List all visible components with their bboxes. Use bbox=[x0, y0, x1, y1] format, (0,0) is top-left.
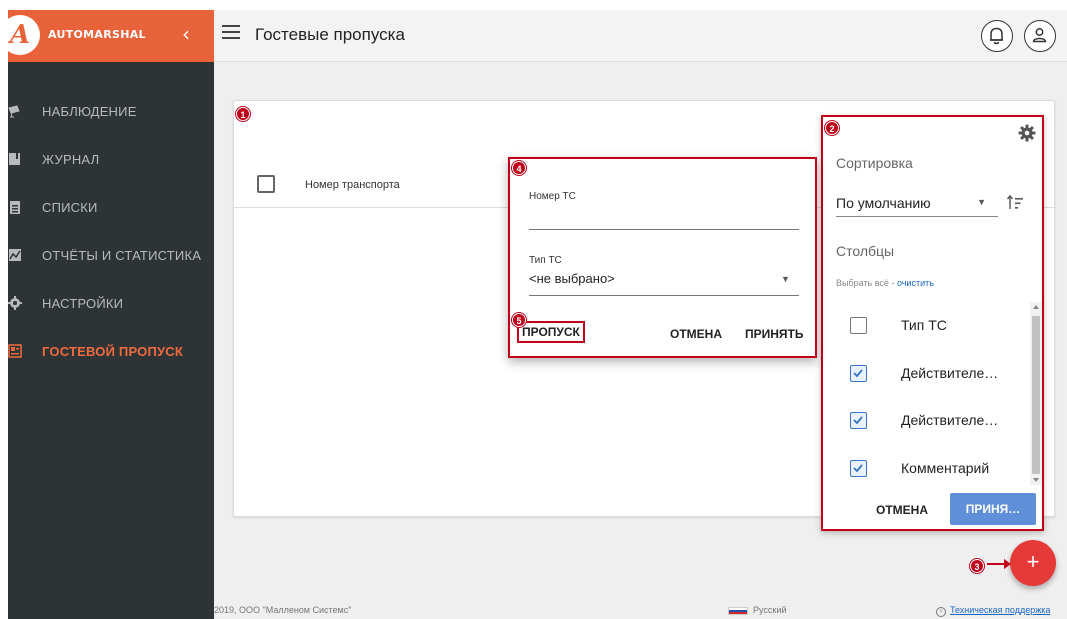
dialog-accept-button[interactable]: ПРИНЯТЬ bbox=[745, 327, 804, 341]
column-checkbox[interactable] bbox=[850, 365, 867, 382]
select-all-link[interactable]: Выбрать всё bbox=[836, 278, 889, 288]
annotation-marker-1: 1 bbox=[236, 107, 250, 121]
sidebar-item-label: НАСТРОЙКИ bbox=[42, 296, 124, 311]
sort-value: По умолчанию bbox=[836, 195, 931, 211]
column-checkbox[interactable] bbox=[850, 317, 867, 334]
gear-icon bbox=[8, 296, 22, 310]
skip-button[interactable]: ПРОПУСК bbox=[517, 321, 585, 343]
sidebar-item-surveillance[interactable]: НАБЛЮДЕНИЕ bbox=[8, 88, 214, 136]
brand-bar: A AUTOMARSHAL ‹ bbox=[0, 10, 214, 62]
support-link[interactable]: i Техническая поддержка bbox=[936, 605, 1050, 617]
select-all-checkbox[interactable] bbox=[257, 175, 275, 193]
checkmark-icon bbox=[853, 464, 863, 473]
annotation-marker-3: 3 bbox=[970, 559, 984, 573]
sidebar-item-journal[interactable]: ЖУРНАЛ bbox=[8, 136, 214, 184]
annotation-marker-5: 5 bbox=[512, 313, 526, 327]
scroll-down-icon[interactable] bbox=[1033, 478, 1039, 482]
surveillance-camera-icon bbox=[8, 105, 20, 118]
column-option-label: Действителе… bbox=[901, 412, 999, 428]
sidebar: A AUTOMARSHAL ‹ НАБЛЮДЕНИЕ ЖУРНАЛ СПИСКИ… bbox=[0, 10, 214, 619]
sidebar-item-settings[interactable]: НАСТРОЙКИ bbox=[8, 280, 214, 328]
panel-accept-button[interactable]: ПРИНЯ… bbox=[950, 493, 1036, 525]
column-settings-panel: Сортировка По умолчанию ▼ Столбцы Выбрат… bbox=[821, 115, 1044, 531]
columns-list: Тип ТС Действителе… Действителе… Коммент… bbox=[823, 302, 1030, 485]
sidebar-item-label: ГОСТЕВОЙ ПРОПУСК bbox=[42, 344, 184, 359]
info-icon: i bbox=[936, 607, 946, 617]
column-option-vehicle-type[interactable]: Тип ТС bbox=[823, 311, 1030, 341]
vehicle-type-label: Тип ТС bbox=[529, 255, 562, 266]
plate-field-underline bbox=[529, 229, 799, 230]
logo-letter: A bbox=[9, 20, 31, 50]
column-option-label: Тип ТС bbox=[901, 317, 947, 333]
bell-icon bbox=[990, 27, 1003, 45]
annotation-marker-4: 4 bbox=[512, 161, 526, 175]
chart-report-icon bbox=[9, 249, 21, 261]
sidebar-nav: НАБЛЮДЕНИЕ ЖУРНАЛ СПИСКИ ОТЧЁТЫ И СТАТИС… bbox=[8, 88, 214, 376]
vehicle-type-underline bbox=[529, 295, 799, 296]
notifications-button[interactable] bbox=[981, 20, 1013, 52]
sidebar-item-label: ЖУРНАЛ bbox=[42, 152, 100, 167]
chevron-down-icon: ▼ bbox=[977, 197, 986, 207]
dialog-cancel-button[interactable]: ОТМЕНА bbox=[670, 327, 722, 341]
checkmark-icon bbox=[853, 416, 863, 425]
sidebar-item-reports[interactable]: ОТЧЁТЫ И СТАТИСТИКА bbox=[8, 232, 214, 280]
annotation-arrow bbox=[987, 559, 1011, 569]
select-separator: - bbox=[888, 278, 897, 288]
scroll-up-icon[interactable] bbox=[1033, 305, 1039, 309]
sidebar-item-guest-pass[interactable]: ГОСТЕВОЙ ПРОПУСК bbox=[8, 328, 214, 376]
column-option-valid-from[interactable]: Действителе… bbox=[823, 359, 1030, 389]
gear-icon[interactable] bbox=[1018, 124, 1036, 142]
sort-order-icon[interactable] bbox=[1005, 193, 1025, 213]
journal-book-icon bbox=[9, 153, 20, 165]
sidebar-item-lists[interactable]: СПИСКИ bbox=[8, 184, 214, 232]
filter-dialog: Номер ТС Тип ТС <не выбрано> ▼ ПРОПУСК О… bbox=[508, 157, 817, 358]
sort-select[interactable]: По умолчанию ▼ bbox=[836, 195, 998, 217]
sort-heading: Сортировка bbox=[836, 155, 913, 171]
select-all-line: Выбрать всё - очистить bbox=[836, 278, 934, 288]
clear-link[interactable]: очистить bbox=[897, 278, 934, 288]
columns-heading: Столбцы bbox=[836, 243, 895, 259]
checkmark-icon bbox=[853, 369, 863, 378]
panel-cancel-button[interactable]: ОТМЕНА bbox=[876, 503, 928, 517]
copyright-text: 2019, ООО "Малленом Системс" bbox=[214, 605, 352, 615]
add-pass-button[interactable]: + bbox=[1010, 540, 1056, 586]
clipboard-list-icon bbox=[10, 201, 20, 214]
column-checkbox[interactable] bbox=[850, 412, 867, 429]
vehicle-type-select[interactable]: <не выбрано> bbox=[529, 271, 615, 286]
automarshal-logo[interactable]: A bbox=[0, 15, 40, 55]
sidebar-collapse-icon[interactable]: ‹ bbox=[182, 22, 190, 46]
language-selector[interactable]: Русский bbox=[728, 605, 786, 615]
column-option-label: Действителе… bbox=[901, 365, 999, 381]
chevron-down-icon[interactable]: ▼ bbox=[781, 274, 790, 284]
column-option-valid-to[interactable]: Действителе… bbox=[823, 406, 1030, 436]
top-strip bbox=[0, 0, 1067, 10]
account-button[interactable] bbox=[1024, 20, 1056, 52]
annotation-marker-2: 2 bbox=[825, 121, 839, 135]
columns-scrollbar[interactable] bbox=[1030, 302, 1042, 485]
column-option-comment[interactable]: Комментарий bbox=[823, 454, 1030, 484]
top-header: Гостевые пропуска bbox=[214, 10, 1067, 62]
page-footer: 2019, ООО "Малленом Системс" Русский i Те… bbox=[214, 598, 1067, 619]
guest-pass-icon bbox=[8, 344, 22, 358]
column-option-label: Комментарий bbox=[901, 460, 990, 476]
sidebar-item-label: НАБЛЮДЕНИЕ bbox=[42, 104, 137, 119]
plate-field-label: Номер ТС bbox=[529, 191, 576, 202]
sidebar-item-label: СПИСКИ bbox=[42, 200, 98, 215]
user-icon bbox=[1032, 28, 1047, 43]
column-checkbox[interactable] bbox=[850, 460, 867, 477]
page-title: Гостевые пропуска bbox=[255, 25, 405, 44]
menu-icon[interactable] bbox=[222, 25, 240, 41]
sidebar-item-label: ОТЧЁТЫ И СТАТИСТИКА bbox=[42, 248, 202, 263]
brand-name: AUTOMARSHAL bbox=[48, 28, 146, 41]
support-link-text[interactable]: Техническая поддержка bbox=[950, 605, 1050, 615]
russian-flag-icon bbox=[728, 606, 748, 615]
language-label: Русский bbox=[753, 605, 787, 615]
column-header-plate[interactable]: Номер транспорта bbox=[305, 179, 400, 191]
scrollbar-thumb[interactable] bbox=[1032, 316, 1040, 474]
